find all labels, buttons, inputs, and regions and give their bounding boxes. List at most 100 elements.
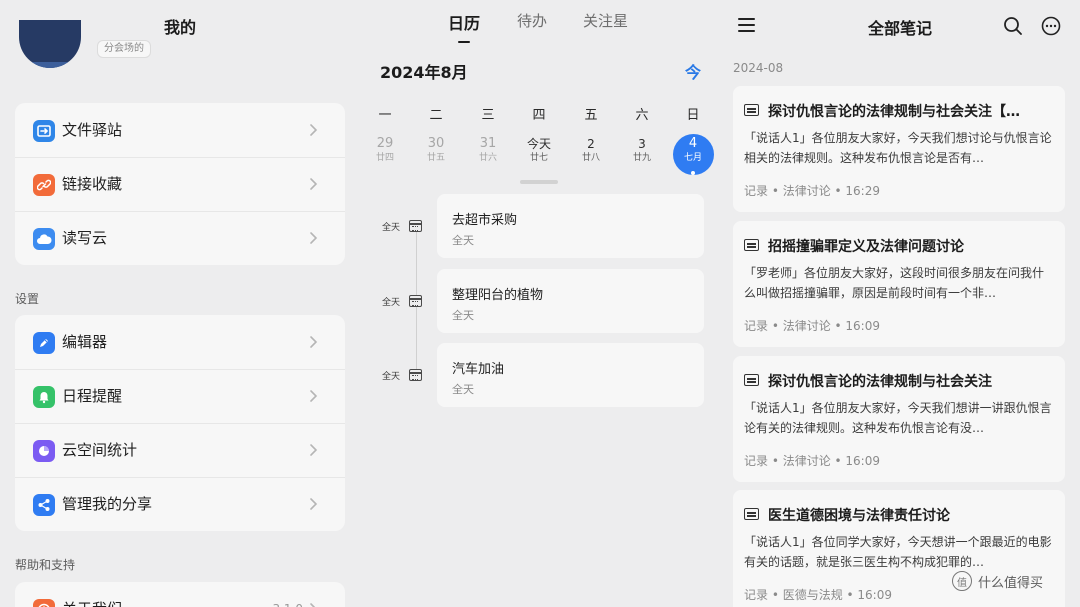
day-number: 31 xyxy=(479,136,497,151)
version-text: 3.1.0 xyxy=(272,582,303,607)
note-meta: 记录 • 法律讨论 • 16:09 xyxy=(744,319,880,333)
editor-icon xyxy=(33,332,55,354)
event-title: 汽车加油 xyxy=(452,362,505,377)
chevron-right-icon xyxy=(310,124,318,136)
day-number: 2 xyxy=(587,137,595,151)
main-menu-card: 文件驿站 链接收藏 读写云 xyxy=(15,103,345,265)
menu-item-label: 链接收藏 xyxy=(62,175,123,193)
file-station-icon xyxy=(33,120,55,142)
chevron-right-icon xyxy=(310,444,318,456)
link-icon xyxy=(33,174,55,196)
menu-item-label: 日程提醒 xyxy=(62,387,123,405)
menu-item-schedule-reminder[interactable]: 日程提醒 xyxy=(15,369,345,423)
menu-item-about-us[interactable]: 关于我们 3.1.0 xyxy=(15,582,345,607)
note-title: 招摇撞骗罪定义及法律问题讨论 xyxy=(768,239,964,255)
section-label-settings: 设置 xyxy=(15,292,40,306)
day-cell[interactable]: 2 廿八 xyxy=(569,136,613,165)
event-title: 去超市采购 xyxy=(452,213,518,228)
allday-tag: 全天 xyxy=(382,298,401,308)
day-number: 29 xyxy=(376,136,394,151)
lunar-date: 廿五 xyxy=(426,153,445,163)
menu-item-link-collection[interactable]: 链接收藏 xyxy=(15,157,345,211)
cloud-icon xyxy=(33,228,55,250)
allday-tag: 全天 xyxy=(382,223,401,233)
section-label-help: 帮助和支持 xyxy=(15,558,76,572)
chevron-right-icon xyxy=(310,498,318,510)
menu-item-label: 文件驿站 xyxy=(62,121,123,139)
menu-item-editor[interactable]: 编辑器 xyxy=(15,315,345,369)
tab-bar: 日历 待办 关注星 xyxy=(360,10,720,43)
lunar-date: 廿七 xyxy=(529,153,548,163)
lunar-date: 廿九 xyxy=(632,153,651,163)
event-time: 全天 xyxy=(452,309,474,322)
day-cell[interactable]: 3 廿九 xyxy=(620,136,664,165)
menu-item-label: 读写云 xyxy=(62,229,108,247)
note-meta: 记录 • 法律讨论 • 16:09 xyxy=(744,454,880,468)
menu-item-label: 编辑器 xyxy=(62,333,108,351)
day-number: 4 xyxy=(688,136,698,151)
month-title[interactable]: 2024年8月 xyxy=(380,59,468,83)
chevron-right-icon xyxy=(310,178,318,190)
day-cell[interactable]: 30 廿五 xyxy=(414,136,458,165)
note-title: 探讨仇恨言论的法律规制与社会关注【… xyxy=(768,104,1020,120)
menu-item-label: 关于我们 xyxy=(62,582,122,607)
note-title: 探讨仇恨言论的法律规制与社会关注 xyxy=(768,374,992,390)
note-meta: 记录 • 医德与法规 • 16:09 xyxy=(744,588,892,602)
calendar-icon xyxy=(409,295,422,307)
note-card[interactable]: 探讨仇恨言论的法律规制与社会关注 「说话人1」各位朋友大家好，今天我们想讲一讲跟… xyxy=(733,356,1065,482)
notes-title: 全部笔记 xyxy=(867,19,932,38)
tab-calendar[interactable]: 日历 xyxy=(448,10,480,34)
menu-item-label: 云空间统计 xyxy=(62,441,138,459)
day-number: 30 xyxy=(427,136,445,151)
day-cell[interactable]: 29 廿四 xyxy=(363,136,407,165)
lunar-date: 廿八 xyxy=(581,153,600,163)
search-icon[interactable] xyxy=(1003,16,1023,36)
profile-tag: 分会场的 xyxy=(97,40,151,58)
allday-tag: 全天 xyxy=(382,372,401,382)
tab-starred[interactable]: 关注星 xyxy=(583,10,628,31)
info-icon xyxy=(33,599,55,607)
weekday-label: 五 xyxy=(584,108,598,123)
menu-item-manage-share[interactable]: 管理我的分享 xyxy=(15,477,345,531)
day-cell[interactable]: 今天 廿七 xyxy=(517,136,561,165)
today-button[interactable]: 今 xyxy=(685,59,701,83)
event-card[interactable]: 去超市采购 全天 xyxy=(437,194,704,258)
watermark-logo-icon: 值 xyxy=(952,571,972,591)
chevron-right-icon xyxy=(310,603,316,607)
menu-item-read-write-cloud[interactable]: 读写云 xyxy=(15,211,345,265)
menu-item-file-station[interactable]: 文件驿站 xyxy=(15,103,345,157)
more-icon[interactable] xyxy=(1041,16,1061,36)
tab-active-indicator xyxy=(458,41,470,43)
weekday-label: 四 xyxy=(532,108,546,123)
day-number: 今天 xyxy=(526,137,551,151)
day-number: 3 xyxy=(638,137,646,151)
tab-todo[interactable]: 待办 xyxy=(517,10,547,31)
drag-handle[interactable] xyxy=(520,180,558,184)
note-preview: 「说话人1」各位朋友大家好，今天我们想讲一讲跟仇恨言论有关的法律规则。这种发布仇… xyxy=(744,401,1052,435)
calendar-panel: 日历 待办 关注星 2024年8月 今 一 二 三 四 五 六 日 29 廿四 30 廿五 31 廿六… xyxy=(360,0,720,607)
note-title: 医生道德困境与法律责任讨论 xyxy=(768,508,950,524)
calendar-icon xyxy=(409,369,422,381)
note-meta: 记录 • 法律讨论 • 16:29 xyxy=(744,184,880,198)
pie-chart-icon xyxy=(33,440,55,462)
calendar-icon xyxy=(409,220,422,232)
day-cell[interactable]: 4 七月 xyxy=(671,136,715,165)
event-card[interactable]: 汽车加油 全天 xyxy=(437,343,704,407)
chevron-right-icon xyxy=(310,390,318,402)
menu-item-cloud-stats[interactable]: 云空间统计 xyxy=(15,423,345,477)
page-title: 我的 xyxy=(163,18,196,37)
note-card[interactable]: 探讨仇恨言论的法律规制与社会关注【… 「说话人1」各位朋友大家好，今天我们想讨论… xyxy=(733,86,1065,212)
note-card[interactable]: 招摇撞骗罪定义及法律问题讨论 「罗老师」各位朋友大家好，这段时间很多朋友在问我什… xyxy=(733,221,1065,347)
profile-panel: 分会场的 我的 文件驿站 链接收藏 读写云 设置 编辑器 日程提醒 云空间统计 … xyxy=(0,0,360,607)
event-card[interactable]: 整理阳台的植物 全天 xyxy=(437,269,704,333)
help-card: 关于我们 3.1.0 xyxy=(15,582,345,607)
settings-card: 编辑器 日程提醒 云空间统计 管理我的分享 xyxy=(15,315,345,531)
day-cell[interactable]: 31 廿六 xyxy=(466,136,510,165)
weekday-label: 一 xyxy=(378,108,392,123)
lunar-date: 廿六 xyxy=(478,153,497,163)
event-dot xyxy=(691,171,695,175)
event-time: 全天 xyxy=(452,234,474,247)
share-icon xyxy=(33,494,55,516)
lunar-date: 七月 xyxy=(683,153,702,163)
watermark: 值 什么值得买 xyxy=(952,571,1043,591)
